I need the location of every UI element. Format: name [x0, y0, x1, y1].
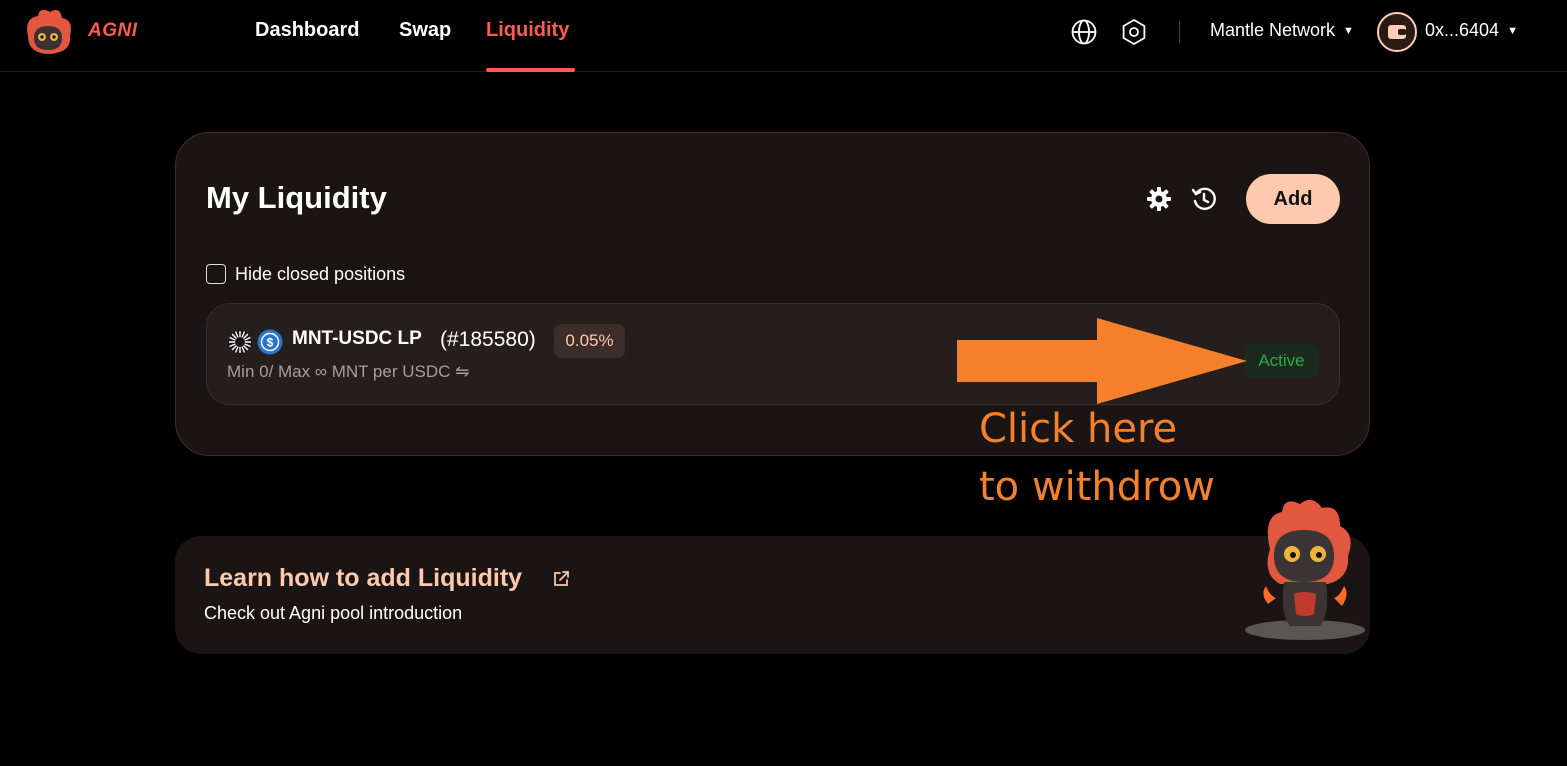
annotation-line-1: Click here	[979, 406, 1178, 452]
fee-tier-badge: 0.05%	[554, 324, 625, 358]
position-id: (#185580)	[440, 328, 536, 351]
usdc-token-icon: $	[257, 329, 283, 355]
nav-liquidity[interactable]: Liquidity	[486, 19, 569, 42]
annotation-arrow	[957, 318, 1247, 404]
active-nav-underline	[486, 68, 575, 72]
hide-closed-checkbox[interactable]	[206, 264, 226, 284]
learn-link[interactable]: Learn how to add Liquidity	[204, 564, 522, 593]
wallet-glyph-icon	[1388, 25, 1406, 39]
wallet-address: 0x...6404	[1425, 20, 1500, 40]
external-link-icon[interactable]	[551, 569, 571, 589]
annotation-text: Click here to withdrow	[979, 400, 1215, 516]
settings-hex-icon[interactable]	[1119, 17, 1149, 47]
history-icon[interactable]	[1190, 185, 1218, 213]
mnt-token-icon	[228, 330, 252, 354]
learn-card[interactable]: Learn how to add Liquidity Check out Agn…	[175, 536, 1370, 654]
wallet-address-button[interactable]: 0x...6404 ▼	[1425, 20, 1518, 41]
price-range: Min 0/ Max ∞ MNT per USDC ⇋	[227, 362, 470, 381]
hide-closed-label: Hide closed positions	[235, 263, 406, 284]
wallet-icon[interactable]	[1377, 12, 1417, 52]
add-liquidity-button[interactable]: Add	[1246, 174, 1340, 224]
agni-mascot-logo[interactable]	[20, 6, 76, 58]
nav-dashboard[interactable]: Dashboard	[255, 19, 359, 42]
gear-icon[interactable]	[1145, 185, 1173, 213]
position-pair: MNT-USDC LP	[292, 328, 422, 349]
brand-name[interactable]: AGNI	[88, 20, 138, 42]
learn-subtitle: Check out Agni pool introduction	[204, 603, 463, 623]
svg-text:$: $	[267, 336, 274, 350]
page-title: My Liquidity	[206, 180, 387, 215]
header-divider	[1179, 21, 1180, 43]
network-selector[interactable]: Mantle Network ▼	[1210, 20, 1354, 41]
top-navigation-bar: AGNI Dashboard Swap Liquidity Mantle Net…	[0, 0, 1567, 72]
chevron-down-icon: ▼	[1507, 25, 1518, 38]
agni-mascot-illustration	[1245, 499, 1365, 640]
annotation-line-2: to withdrow	[979, 464, 1215, 510]
hide-closed-positions-toggle[interactable]: Hide closed positions	[206, 262, 405, 286]
globe-icon[interactable]	[1069, 17, 1099, 47]
network-name: Mantle Network	[1210, 20, 1336, 40]
status-badge[interactable]: Active	[1244, 344, 1319, 378]
nav-swap[interactable]: Swap	[399, 19, 451, 42]
chevron-down-icon: ▼	[1343, 25, 1354, 38]
